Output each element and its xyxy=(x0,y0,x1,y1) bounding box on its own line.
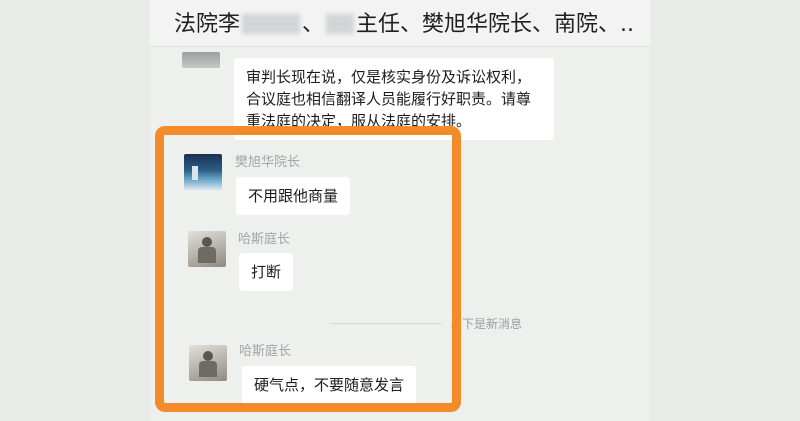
chat-title: 法院李、主任、樊旭华院长、南院、.. xyxy=(174,12,635,37)
chat-title-part1: 法院李 xyxy=(174,12,241,37)
chat-header: 法院李、主任、樊旭华院长、南院、.. xyxy=(150,0,650,47)
chat-window: 法院李、主任、樊旭华院长、南院、.. 审判长现在说，仅是核实身份及诉讼权利，合议… xyxy=(150,0,650,421)
redacted-name xyxy=(242,14,301,34)
left-margin xyxy=(0,0,150,421)
right-margin xyxy=(650,0,800,421)
redacted-name xyxy=(326,14,355,34)
chat-title-part2: 主任、樊旭华院长、南院、.. xyxy=(356,12,635,37)
highlight-frame xyxy=(155,126,461,412)
sender-avatar[interactable] xyxy=(182,52,220,68)
